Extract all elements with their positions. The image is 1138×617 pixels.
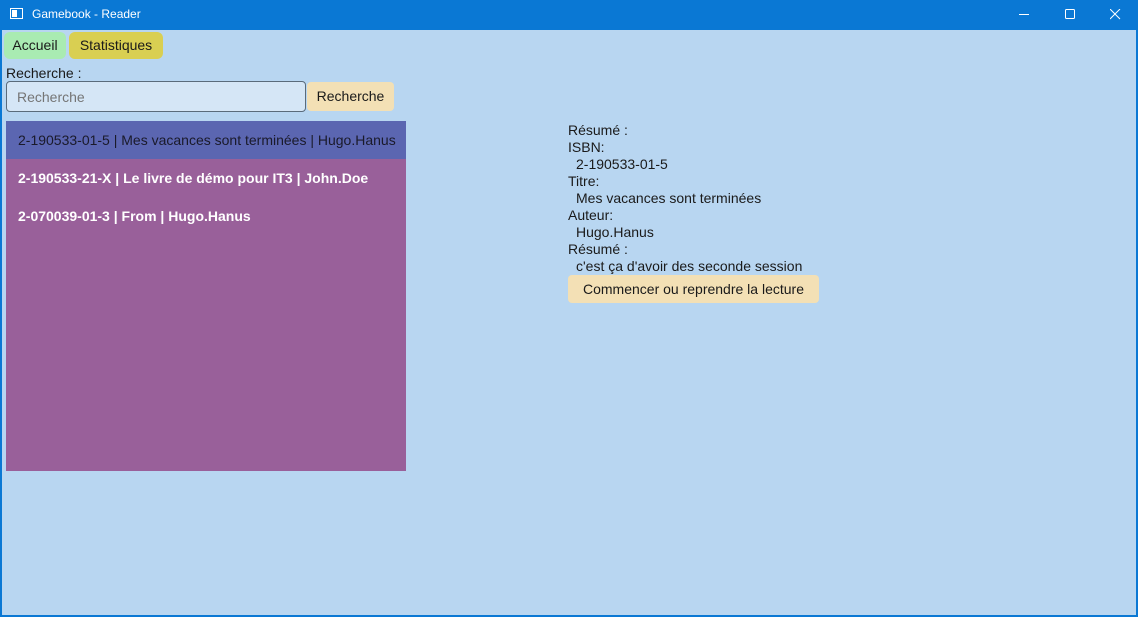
- accueil-button[interactable]: Accueil: [4, 32, 66, 59]
- minimize-icon: [1019, 14, 1029, 15]
- isbn-value: 2-190533-01-5: [576, 156, 668, 172]
- close-button[interactable]: [1092, 0, 1138, 30]
- details-header: Résumé :: [568, 122, 628, 138]
- author-label: Auteur:: [568, 207, 614, 223]
- statistiques-button[interactable]: Statistiques: [69, 32, 163, 59]
- maximize-icon: [1065, 9, 1075, 19]
- maximize-button[interactable]: [1047, 0, 1093, 30]
- book-list-item[interactable]: 2-070039-01-3 | From | Hugo.Hanus: [6, 197, 406, 235]
- summary-label: Résumé :: [568, 241, 628, 257]
- book-list-item[interactable]: 2-190533-01-5 | Mes vacances sont termin…: [6, 121, 406, 159]
- author-value: Hugo.Hanus: [576, 224, 654, 240]
- minimize-button[interactable]: [1001, 0, 1047, 30]
- title-bar: Gamebook - Reader: [0, 0, 1138, 30]
- search-label: Recherche :: [6, 65, 82, 81]
- window-title: Gamebook - Reader: [32, 7, 141, 21]
- close-icon: [1110, 9, 1121, 20]
- isbn-label: ISBN:: [568, 139, 605, 155]
- summary-value: c'est ça d'avoir des seconde session: [576, 258, 803, 274]
- book-details: Résumé : ISBN: 2-190533-01-5 Titre: Mes …: [568, 122, 802, 275]
- book-list-item[interactable]: 2-190533-21-X | Le livre de démo pour IT…: [6, 159, 406, 197]
- main-content: Accueil Statistiques Recherche : Recherc…: [2, 30, 1136, 615]
- search-button[interactable]: Recherche: [307, 82, 394, 111]
- title-value: Mes vacances sont terminées: [576, 190, 762, 206]
- book-list[interactable]: 2-190533-01-5 | Mes vacances sont termin…: [6, 121, 406, 471]
- title-label: Titre:: [568, 173, 600, 189]
- start-reading-button[interactable]: Commencer ou reprendre la lecture: [568, 275, 819, 303]
- app-window: Gamebook - Reader Accueil Statistiques R…: [0, 0, 1138, 617]
- app-icon: [10, 8, 23, 19]
- search-input[interactable]: [6, 81, 306, 112]
